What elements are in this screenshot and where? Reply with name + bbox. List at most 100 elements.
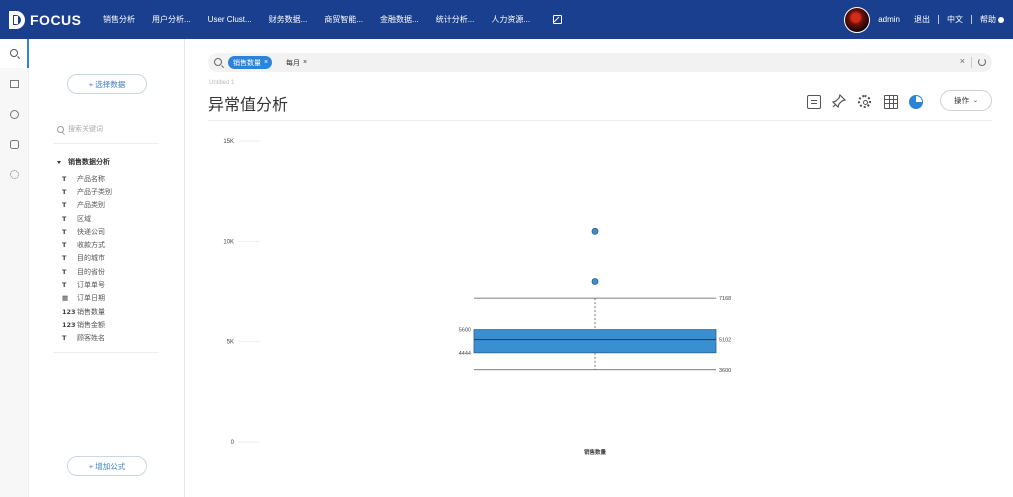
chart-icon[interactable]: [909, 95, 923, 109]
list-item[interactable]: T 区域: [62, 212, 112, 225]
help-link[interactable]: 帮助: [980, 14, 996, 25]
list-item-label: 产品类别: [77, 202, 105, 210]
nav-item-statistics[interactable]: 统计分析...: [436, 14, 475, 25]
list-item-label: 收款方式: [77, 242, 105, 250]
search-icon: [57, 125, 64, 133]
list-item-label: 销售金额: [77, 321, 105, 329]
nav-item-financial-data[interactable]: 金融数据...: [380, 14, 419, 25]
label-median: 5102: [719, 338, 731, 344]
comment-icon[interactable]: [807, 95, 821, 109]
token-close-icon[interactable]: ×: [303, 59, 307, 66]
text-type-icon: T: [62, 267, 67, 276]
list-item[interactable]: T 产品子类别: [62, 185, 112, 198]
label-q3: 5600: [459, 328, 471, 334]
help-dropdown-icon[interactable]: [998, 16, 1004, 23]
nav-item-sales[interactable]: 销售分析: [103, 14, 135, 25]
search-token-monthly[interactable]: 每月 ×: [281, 56, 311, 69]
list-item[interactable]: T 产品名称: [62, 172, 112, 185]
edit-icon[interactable]: [553, 15, 563, 24]
list-item-label: 目的省份: [77, 268, 105, 276]
y-tick-label: 0: [231, 440, 235, 446]
token-label: 每月: [286, 59, 300, 67]
text-type-icon: T: [62, 201, 67, 210]
list-item[interactable]: T 目的省份: [62, 265, 112, 278]
nav-item-hr[interactable]: 人力资源...: [491, 14, 530, 25]
list-item[interactable]: T 目的城市: [62, 252, 112, 265]
board-icon[interactable]: [10, 80, 19, 88]
column-list: T 产品名称 T 产品子类别 T 产品类别 T 区域 T 快递公司 T 收款方式 T 目的城市…: [62, 172, 112, 345]
box-iqr: [473, 329, 717, 354]
settings-icon[interactable]: [858, 95, 871, 108]
nav-item-user-analysis[interactable]: 用户分析...: [152, 14, 191, 25]
list-item-label: 订单日期: [77, 295, 105, 303]
tree-root[interactable]: 销售数据分析: [57, 157, 110, 167]
text-type-icon: T: [62, 281, 67, 290]
divider: [53, 143, 159, 144]
gear-icon[interactable]: [10, 170, 19, 179]
refresh-icon[interactable]: [978, 58, 986, 66]
search-token-sales-qty[interactable]: 销售数量 ×: [228, 56, 273, 69]
data-panel: + 选择数据 搜索关键词 销售数据分析 T 产品名称 T 产品子类别 T 产品类别 T…: [29, 39, 185, 497]
language-link[interactable]: 中文: [947, 14, 963, 25]
list-item[interactable]: T 订单单号: [62, 278, 112, 291]
search-icon: [214, 58, 222, 66]
list-item-label: 快递公司: [77, 228, 105, 236]
token-label: 销售数量: [233, 59, 261, 67]
label-q1: 4444: [459, 351, 471, 357]
divider: [53, 352, 159, 353]
caret-down-icon[interactable]: [57, 160, 61, 164]
table-icon[interactable]: [884, 95, 898, 109]
search-tab[interactable]: [0, 39, 29, 68]
list-item[interactable]: 123 销售数量: [62, 305, 112, 318]
focus-logo[interactable]: FOCUS: [9, 10, 82, 30]
operate-dropdown[interactable]: 操作 ⌄: [940, 90, 992, 111]
number-type-icon: 123: [62, 320, 76, 329]
tree-root-label: 销售数据分析: [68, 159, 110, 166]
divider: [971, 15, 972, 24]
y-tick-label: 5K: [227, 340, 234, 346]
list-item[interactable]: T 快递公司: [62, 225, 112, 238]
nav-item-finance[interactable]: 财务数据...: [269, 14, 308, 25]
number-type-icon: 123: [62, 307, 76, 316]
nav-item-user-cluster[interactable]: User Clust...: [208, 15, 252, 24]
keyword-search[interactable]: 搜索关键词: [57, 124, 103, 134]
y-tick-label: 15K: [223, 139, 234, 145]
select-data-button[interactable]: + 选择数据: [67, 74, 147, 94]
label-whisker-high: 7168: [719, 296, 731, 302]
outlier-point: [591, 278, 599, 285]
text-type-icon: T: [62, 241, 67, 250]
add-formula-button[interactable]: + 增加公式: [67, 456, 147, 476]
keyword-search-placeholder: 搜索关键词: [68, 126, 103, 133]
avatar[interactable]: [844, 6, 871, 33]
database-icon[interactable]: [10, 140, 19, 149]
top-bar: FOCUS 销售分析 用户分析... User Clust... 财务数据...…: [0, 0, 1013, 39]
logout-link[interactable]: 退出: [914, 14, 930, 25]
list-item-label: 产品子类别: [77, 188, 112, 196]
user-nav: admin 退出 中文 帮助: [844, 0, 1013, 39]
list-item[interactable]: T 收款方式: [62, 238, 112, 251]
clear-search-icon[interactable]: ×: [960, 56, 965, 66]
help-icon[interactable]: [10, 110, 19, 119]
text-type-icon: T: [62, 174, 67, 183]
text-type-icon: T: [62, 227, 67, 236]
username[interactable]: admin: [878, 15, 900, 24]
token-close-icon[interactable]: ×: [264, 59, 268, 66]
search-bar[interactable]: 销售数量 × 每月 × ×: [208, 53, 992, 72]
list-item[interactable]: T 顾客姓名: [62, 332, 112, 345]
label-whisker-low: 3600: [719, 368, 731, 374]
divider: [971, 57, 972, 68]
list-item[interactable]: 123 销售金额: [62, 318, 112, 331]
nav-item-commerce[interactable]: 商贸智能...: [324, 14, 363, 25]
top-nav: 销售分析 用户分析... User Clust... 财务数据... 商贸智能.…: [103, 0, 563, 39]
list-item[interactable]: ▦ 订单日期: [62, 292, 112, 305]
pin-icon[interactable]: [831, 93, 847, 109]
y-tick-label: 10K: [223, 239, 234, 245]
list-item[interactable]: T 产品类别: [62, 199, 112, 212]
x-axis-label: 销售数量: [584, 448, 607, 456]
page-title: 异常值分析: [208, 97, 289, 114]
list-item-label: 区域: [77, 215, 91, 223]
list-item-label: 顾客姓名: [77, 335, 105, 343]
text-type-icon: T: [62, 187, 67, 196]
list-item-label: 销售数量: [77, 308, 105, 316]
text-type-icon: T: [62, 334, 67, 343]
